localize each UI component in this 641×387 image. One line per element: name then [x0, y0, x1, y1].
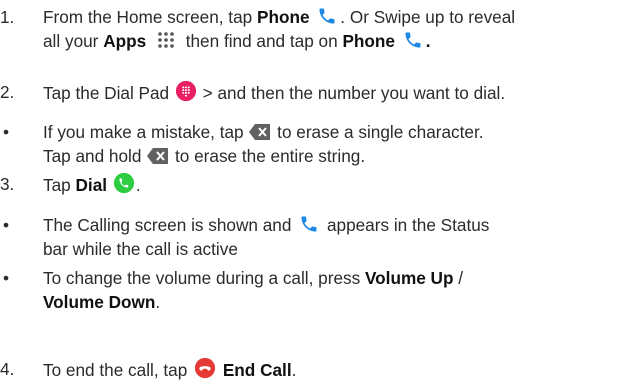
- backspace-icon: [147, 148, 169, 164]
- tip-line: The Calling screen is shown and appears …: [43, 213, 489, 237]
- bullet-marker: •: [3, 122, 10, 142]
- bold-term-volume-up: Volume Up: [364, 268, 454, 288]
- text-run: .: [425, 31, 431, 51]
- text-run: . Or Swipe up to reveal: [340, 7, 516, 27]
- bullet-marker: •: [3, 215, 10, 235]
- tip-line: To change the volume during a call, pres…: [43, 266, 463, 290]
- step-line: all your Apps then find and tap on Phone…: [43, 29, 515, 53]
- apps-grid-icon: [158, 32, 174, 48]
- instructions-page: { "steps": { "s1": { "num": "1.", "l1a":…: [0, 0, 641, 387]
- phone-icon: [301, 216, 317, 232]
- step-line: Tap the Dial Pad > and then the number y…: [43, 80, 505, 104]
- text-run: > and then the number you want to dial.: [197, 83, 506, 103]
- phone-icon: [405, 32, 421, 48]
- step-line: From the Home screen, tap Phone . Or Swi…: [43, 5, 515, 29]
- tip-line: If you make a mistake, tap to erase a si…: [43, 120, 484, 144]
- text-run: to erase a single character.: [272, 122, 484, 142]
- tip-line: Tap and hold to erase the entire string.: [43, 144, 484, 168]
- step-number: 1.: [0, 7, 15, 27]
- text-run: To end the call, tap: [43, 360, 193, 380]
- text-run: then find and tap on: [180, 31, 343, 51]
- tip-line: Volume Down.: [43, 290, 463, 314]
- text-run: Tap: [43, 175, 76, 195]
- text-run: /: [453, 268, 464, 288]
- text-run: If you make a mistake, tap: [43, 122, 249, 142]
- step-text: From the Home screen, tap Phone . Or Swi…: [43, 5, 515, 53]
- text-run: The Calling screen is shown and: [43, 215, 297, 235]
- bold-term-phone: Phone: [342, 31, 395, 51]
- step-text: To end the call, tap End Call.: [43, 357, 296, 381]
- tip-text: The Calling screen is shown and appears …: [43, 213, 489, 261]
- backspace-icon: [249, 124, 271, 140]
- text-run: to erase the entire string.: [170, 146, 366, 166]
- text-run: To change the volume during a call, pres…: [43, 268, 365, 288]
- step-line: To end the call, tap End Call.: [43, 357, 296, 381]
- text-run: Tap the Dial Pad: [43, 83, 174, 103]
- dial-button-icon: [113, 172, 134, 194]
- bullet-marker: •: [3, 268, 10, 288]
- text-run: appears in the Status: [322, 215, 490, 235]
- end-call-icon: [194, 357, 216, 379]
- tip-line: bar while the call is active: [43, 239, 238, 259]
- text-run: .: [135, 175, 141, 195]
- text-run: .: [291, 360, 297, 380]
- bold-term-phone: Phone: [256, 7, 310, 27]
- bold-term-dial: Dial: [75, 175, 108, 195]
- text-run: all your: [43, 31, 104, 51]
- bold-term-volume-down: Volume Down: [43, 292, 156, 312]
- tip-text: If you make a mistake, tap to erase a si…: [43, 120, 484, 168]
- text-run: .: [155, 292, 161, 312]
- step-number: 4.: [0, 359, 15, 379]
- step-number: 3.: [0, 174, 15, 194]
- text-run: From the Home screen, tap: [43, 7, 257, 27]
- step-number: 2.: [0, 82, 15, 102]
- bold-term-apps: Apps: [103, 31, 147, 51]
- text-run: Tap and hold: [43, 146, 147, 166]
- step-line: Tap Dial .: [43, 172, 141, 196]
- step-text: Tap the Dial Pad > and then the number y…: [43, 80, 505, 104]
- bold-term-end-call: End Call: [222, 360, 292, 380]
- tip-text: To change the volume during a call, pres…: [43, 266, 463, 314]
- dial-pad-icon: [175, 80, 196, 102]
- step-text: Tap Dial .: [43, 172, 141, 196]
- phone-icon: [319, 8, 335, 24]
